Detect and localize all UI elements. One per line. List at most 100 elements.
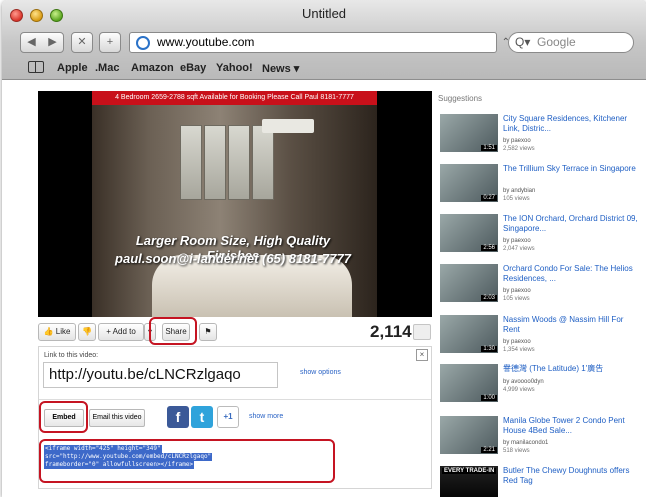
dislike-button[interactable]: 👎	[78, 323, 96, 341]
suggestion-item[interactable]: 2:03 Orchard Condo For Sale: The Helios …	[440, 264, 640, 310]
suggestion-title[interactable]: City Square Residences, Kitchener Link, …	[503, 114, 638, 133]
bookmark-yahoo[interactable]: Yahoo!	[216, 62, 253, 74]
suggestion-thumbnail[interactable]: 2:21	[440, 416, 498, 454]
suggestion-views: 105 views	[503, 296, 530, 302]
plus-icon: +	[106, 327, 111, 336]
suggestion-title[interactable]: Manila Globe Tower 2 Condo Pent House 4B…	[503, 416, 638, 435]
duration: 0:27	[481, 195, 497, 201]
flag-button[interactable]: ⚑	[199, 323, 217, 341]
suggestion-views: 4,999 views	[503, 387, 535, 393]
suggestion-thumbnail[interactable]: 0:27	[440, 164, 498, 202]
stats-button[interactable]	[413, 324, 431, 340]
suggestion-title[interactable]: Orchard Condo For Sale: The Helios Resid…	[503, 264, 638, 283]
page-content: 4 Bedroom 2659-2788 sqft Available for B…	[2, 81, 646, 497]
suggestion-item[interactable]: EVERY TRADE-IN Butler The Chewy Doughnut…	[440, 466, 640, 497]
show-more-link[interactable]: show more	[249, 413, 283, 420]
suggestion-title[interactable]: The ION Orchard, Orchard District 09, Si…	[503, 214, 638, 233]
share-link-field[interactable]: http://youtu.be/cLNCRzlgaqo	[43, 362, 278, 388]
video-banner: 4 Bedroom 2659-2788 sqft Available for B…	[92, 91, 377, 105]
bookmark-mac[interactable]: .Mac	[95, 62, 119, 74]
suggestion-title[interactable]: Butler The Chewy Doughnuts offers Red Ta…	[503, 466, 638, 485]
duration: 2:03	[481, 295, 497, 301]
suggestion-item[interactable]: 1:30 Nassim Woods @ Nassim Hill For Rent…	[440, 315, 640, 361]
email-video-button[interactable]: Email this video	[89, 409, 145, 427]
suggestion-title[interactable]: 譽德灣 (The Latitude) 1'廣告	[503, 364, 638, 374]
back-forward-control[interactable]: ◀ ▶	[20, 32, 64, 53]
bookmark-news[interactable]: News ▾	[262, 62, 299, 75]
duration: 2:56	[481, 245, 497, 251]
suggestion-title[interactable]: The Trillium Sky Terrace in Singapore	[503, 164, 638, 174]
search-field[interactable]: Q▾ Google	[508, 32, 634, 53]
suggestion-views: 2,047 views	[503, 246, 535, 252]
search-icon[interactable]: Q▾	[515, 33, 530, 52]
twitter-icon[interactable]: t	[191, 406, 213, 428]
suggestion-author: by avoooo0dyn	[503, 379, 544, 385]
suggestion-views: 105 views	[503, 196, 530, 202]
suggestion-thumbnail[interactable]: 1:30	[440, 315, 498, 353]
video-frame	[92, 105, 377, 317]
browser-window: Untitled ◀ ▶ ✕ + www.youtube.com ⌃ Q▾ Goo…	[2, 0, 646, 497]
suggestion-thumbnail[interactable]: 2:03	[440, 264, 498, 302]
suggestion-thumbnail[interactable]: EVERY TRADE-IN	[440, 466, 498, 497]
like-label: Like	[55, 327, 71, 336]
suggestion-author: by paexoo	[503, 238, 531, 244]
view-count: 2,114	[370, 322, 412, 341]
suggestion-thumbnail[interactable]: 2:56	[440, 214, 498, 252]
suggestion-title[interactable]: Nassim Woods @ Nassim Hill For Rent	[503, 315, 638, 334]
add-to-button[interactable]: + Add to	[98, 323, 144, 341]
embed-highlight	[39, 401, 88, 433]
facebook-icon[interactable]: f	[167, 406, 189, 428]
site-favicon-icon	[136, 36, 150, 50]
video-player[interactable]: 4 Bedroom 2659-2788 sqft Available for B…	[38, 91, 432, 317]
duration: 2:21	[481, 447, 497, 453]
bookmark-ebay[interactable]: eBay	[180, 62, 206, 74]
bookmarks-book-icon[interactable]	[28, 61, 44, 73]
show-options-link[interactable]: show options	[300, 369, 341, 376]
suggestion-item[interactable]: 2:56 The ION Orchard, Orchard District 0…	[440, 214, 640, 260]
air-conditioner	[262, 119, 314, 133]
suggestion-item[interactable]: 2:21 Manila Globe Tower 2 Condo Pent Hou…	[440, 416, 640, 462]
suggestion-author: by paexoo	[503, 288, 531, 294]
divider	[39, 399, 431, 400]
thumbs-down-icon: 👎	[82, 327, 92, 336]
plus-one-icon[interactable]: +1	[217, 406, 239, 428]
share-highlight	[149, 317, 197, 345]
like-button[interactable]: 👍 Like	[38, 323, 76, 341]
suggestion-thumbnail[interactable]: 1:00	[440, 364, 498, 402]
duration: 1:51	[481, 145, 497, 151]
embed-code-highlight	[39, 439, 335, 483]
suggestion-author: by paexoo	[503, 339, 531, 345]
bookmark-amazon[interactable]: Amazon	[131, 62, 174, 74]
address-bar[interactable]: www.youtube.com ⌃	[129, 32, 510, 53]
window-panel	[252, 125, 274, 200]
window-panel	[228, 125, 250, 200]
flag-icon: ⚑	[204, 327, 212, 336]
search-placeholder: Google	[537, 35, 576, 49]
bookmarks-bar: Apple .Mac Amazon eBay Yahoo! News ▾	[2, 59, 646, 79]
bookmark-apple[interactable]: Apple	[57, 62, 88, 74]
video-caption-line2: paul.soon@i-lander.net (65) 8181-7777	[115, 251, 351, 266]
suggestion-item[interactable]: 1:00 譽德灣 (The Latitude) 1'廣告 by avoooo0d…	[440, 364, 640, 410]
suggestion-views: 518 views	[503, 448, 530, 454]
suggestions-title: Suggestions	[438, 94, 483, 103]
duration: EVERY TRADE-IN	[442, 468, 497, 474]
duration: 1:30	[481, 346, 497, 352]
stop-button[interactable]: ✕	[71, 32, 93, 53]
suggestion-author: by paexoo	[503, 138, 531, 144]
window-panel	[204, 125, 226, 200]
video-action-bar: 👍 Like 👎 + Add to ▾ Share ⚑ 2,114	[38, 321, 432, 345]
suggestion-item[interactable]: 0:27 The Trillium Sky Terrace in Singapo…	[440, 164, 640, 210]
suggestion-views: 2,582 views	[503, 146, 535, 152]
back-arrow-icon[interactable]: ◀	[21, 33, 42, 52]
thumbs-up-icon: 👍	[43, 327, 54, 336]
suggestion-views: 1,354 views	[503, 347, 535, 353]
add-bookmark-button[interactable]: +	[99, 32, 121, 53]
address-text[interactable]: www.youtube.com	[157, 33, 254, 52]
suggestion-thumbnail[interactable]: 1:51	[440, 114, 498, 152]
forward-arrow-icon[interactable]: ▶	[42, 33, 63, 52]
link-label: Link to this video:	[44, 352, 99, 359]
duration: 1:00	[481, 395, 497, 401]
suggestion-item[interactable]: 1:51 City Square Residences, Kitchener L…	[440, 114, 640, 160]
titlebar: Untitled ◀ ▶ ✕ + www.youtube.com ⌃ Q▾ Goo…	[2, 0, 646, 80]
close-icon[interactable]: ×	[416, 349, 428, 361]
